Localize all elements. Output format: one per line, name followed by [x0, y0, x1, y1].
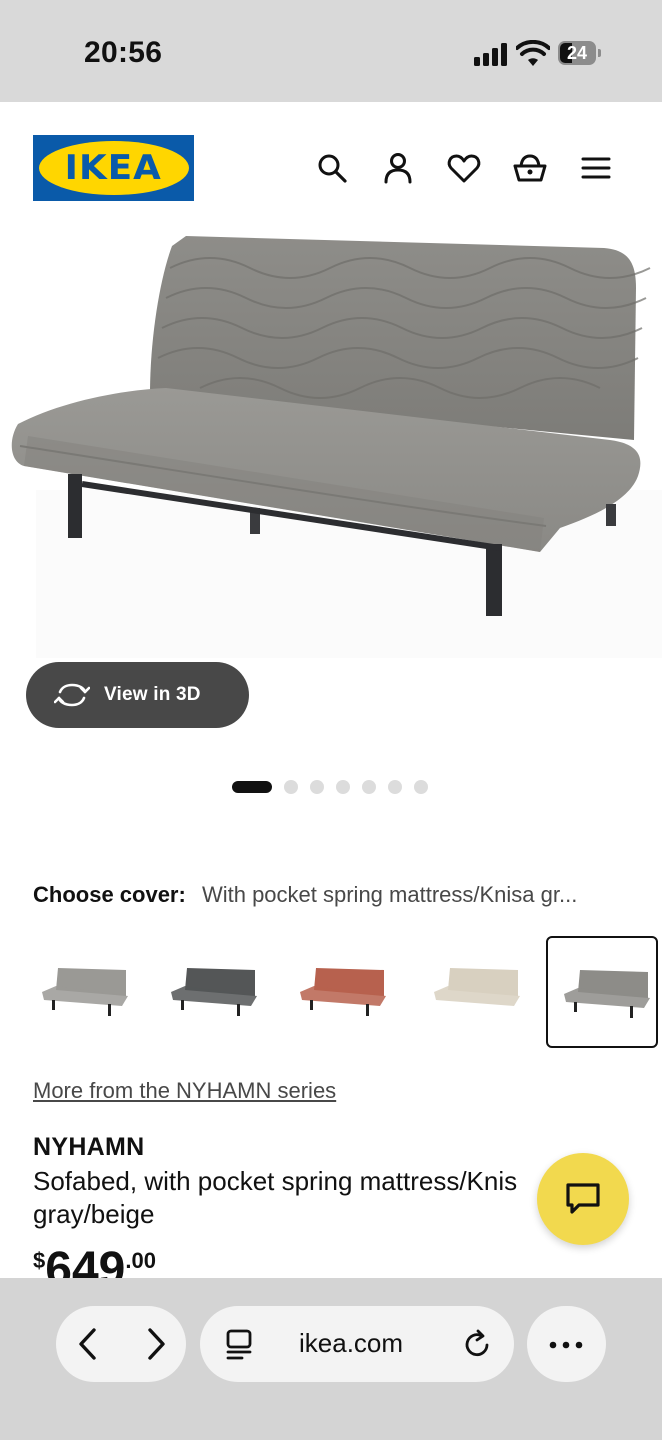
carousel-dot[interactable]	[362, 780, 376, 794]
product-price: $649.00	[33, 1242, 156, 1282]
price-currency: $	[33, 1248, 46, 1273]
product-image[interactable]	[0, 218, 662, 658]
account-icon[interactable]	[380, 150, 416, 186]
url-text: ikea.com	[299, 1328, 404, 1358]
heart-icon[interactable]	[446, 150, 482, 186]
carousel-dot[interactable]	[388, 780, 402, 794]
logo-text: IKEA	[64, 148, 163, 188]
chevron-left-icon[interactable]	[74, 1326, 104, 1362]
rotate-3d-icon	[54, 683, 90, 707]
cover-swatch[interactable]	[284, 936, 396, 1048]
carousel-dot[interactable]	[232, 781, 272, 793]
price-decimals: .00	[125, 1248, 156, 1273]
reload-icon[interactable]	[462, 1328, 492, 1360]
choose-cover-label: Choose cover:	[33, 882, 186, 907]
image-carousel-indicator[interactable]	[232, 780, 428, 794]
carousel-dot[interactable]	[414, 780, 428, 794]
carousel-dot[interactable]	[310, 780, 324, 794]
cellular-signal-icon	[474, 42, 508, 66]
browser-toolbar: ikea.com	[0, 1278, 662, 1440]
basket-icon[interactable]	[512, 150, 548, 186]
chat-icon	[566, 1183, 600, 1214]
carousel-dot[interactable]	[336, 780, 350, 794]
menu-icon[interactable]	[578, 150, 614, 186]
product-description: Sofabed, with pocket spring mattress/Kni…	[33, 1166, 518, 1229]
status-bar: 20:56 24	[0, 0, 662, 102]
wifi-icon	[515, 39, 551, 68]
sofa-thumbnail	[434, 968, 520, 1006]
more-icon	[548, 1338, 584, 1350]
chat-button[interactable]	[537, 1153, 629, 1245]
status-time: 20:56	[84, 36, 163, 69]
cover-swatch[interactable]	[418, 936, 530, 1048]
view-in-3d-button[interactable]: View in 3D	[26, 662, 249, 728]
ikea-logo[interactable]: IKEA	[33, 135, 194, 201]
choose-cover-value: With pocket spring mattress/Knisa gr...	[201, 882, 578, 907]
series-link[interactable]: More from the NYHAMN series	[33, 1078, 336, 1104]
view-in-3d-label: View in 3D	[104, 684, 201, 705]
more-options-button[interactable]	[527, 1306, 606, 1382]
sofa-thumbnail	[42, 968, 128, 1016]
price-integer: 649	[45, 1243, 126, 1282]
cover-swatch[interactable]	[155, 936, 267, 1048]
sofa-thumbnail	[564, 970, 650, 1018]
cover-swatch-selected[interactable]	[546, 936, 658, 1048]
cover-selector-label: Choose cover: With pocket spring mattres…	[33, 882, 633, 908]
navigation-pill	[56, 1306, 186, 1382]
sofa-thumbnail	[171, 968, 257, 1016]
carousel-dot[interactable]	[284, 780, 298, 794]
chevron-right-icon[interactable]	[140, 1326, 170, 1362]
search-icon[interactable]	[314, 150, 350, 186]
battery-level: 24	[566, 42, 588, 63]
battery-icon: 24	[558, 41, 596, 65]
cover-swatches	[26, 936, 662, 1050]
sofa-thumbnail	[300, 968, 386, 1016]
tabs-icon[interactable]	[224, 1328, 254, 1360]
address-bar[interactable]: ikea.com	[200, 1306, 514, 1382]
product-name: NYHAMN	[33, 1133, 145, 1161]
cover-swatch[interactable]	[26, 936, 138, 1048]
